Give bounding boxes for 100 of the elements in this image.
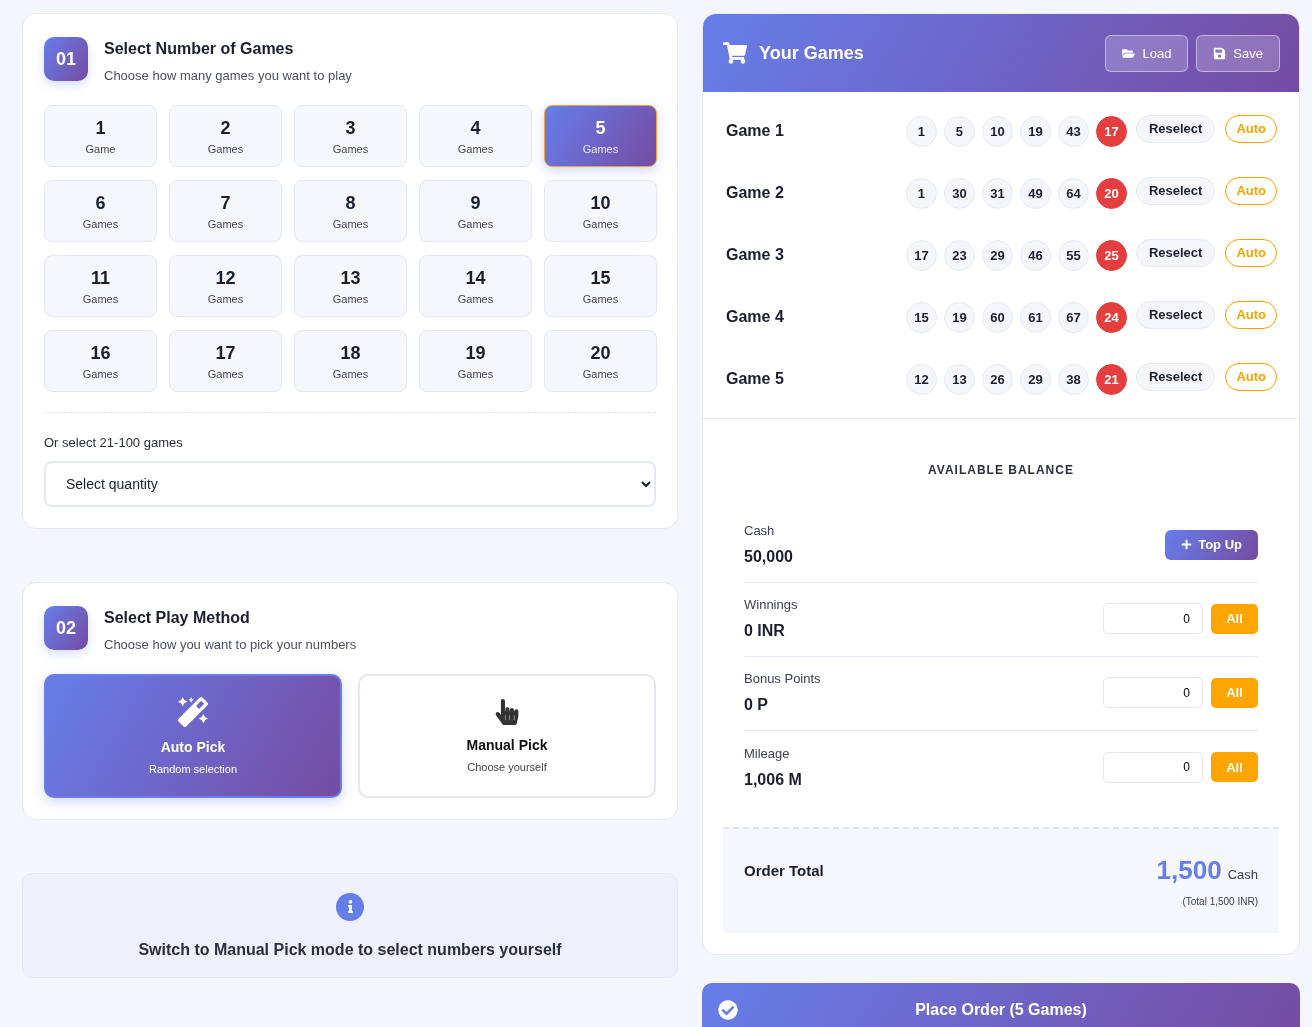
number-ball: 61 [1019, 301, 1051, 333]
number-ball: 29 [1019, 363, 1051, 395]
number-ball: 19 [943, 301, 975, 333]
reselect-button[interactable]: Reselect [1135, 300, 1216, 329]
number-ball: 13 [943, 363, 975, 395]
game-count-option[interactable]: 20 Games [544, 330, 657, 392]
load-button[interactable]: Load [1105, 34, 1189, 72]
section-subtitle: Choose how many games you want to play [104, 68, 352, 83]
number-ball: 23 [943, 239, 975, 271]
game-label: Game 4 [726, 308, 785, 326]
plus-icon [1181, 539, 1193, 550]
game-count-option[interactable]: 3 Games [294, 105, 407, 167]
number-ball: 38 [1057, 363, 1089, 395]
balance-label: Winnings [744, 597, 798, 612]
game-count-option[interactable]: 18 Games [294, 330, 407, 392]
number-ball: 30 [943, 177, 975, 209]
number-ball: 17 [905, 239, 937, 271]
number-ball: 46 [1019, 239, 1051, 271]
balance-value: 1,006 M [744, 770, 802, 789]
game-count-option[interactable]: 5 Games [544, 105, 657, 167]
reselect-button[interactable]: Reselect [1135, 362, 1216, 391]
place-order-button[interactable]: Place Order (5 Games) [702, 983, 1300, 1027]
number-ball: 64 [1057, 177, 1089, 209]
number-ball: 12 [905, 363, 937, 395]
game-label: Game 2 [726, 184, 785, 202]
game-count-option[interactable]: 9 Games [419, 180, 532, 242]
number-ball: 60 [981, 301, 1013, 333]
total-note: (Total 1,500 INR) [1182, 896, 1258, 907]
game-count-option[interactable]: 15 Games [544, 255, 657, 317]
number-ball: 19 [1019, 115, 1051, 147]
save-button[interactable]: Save [1196, 34, 1280, 72]
balance-value: 0 P [744, 696, 769, 714]
cart-icon [723, 41, 747, 65]
amount-input[interactable]: 0 [1103, 751, 1203, 783]
bonus-ball: 17 [1095, 115, 1127, 147]
number-ball: 1 [905, 177, 937, 209]
game-count-option[interactable]: 19 Games [419, 330, 532, 392]
step-number: 01 [44, 37, 88, 81]
magic-wand-icon [178, 697, 208, 727]
currency-unit: Cash [1227, 867, 1258, 882]
number-ball: 31 [981, 177, 1013, 209]
game-label: Game 1 [726, 122, 785, 140]
number-ball: 43 [1057, 115, 1089, 147]
number-ball: 26 [981, 363, 1013, 395]
play-method-option[interactable]: Manual Pick Choose yourself [358, 674, 656, 798]
number-ball: 55 [1057, 239, 1089, 271]
balance-title: AVAILABLE BALANCE [927, 463, 1075, 477]
balance-label: Bonus Points [744, 671, 821, 686]
number-ball: 67 [1057, 301, 1089, 333]
game-count-option[interactable]: 4 Games [419, 105, 532, 167]
save-icon [1213, 46, 1227, 60]
top-up-button[interactable]: Top Up [1165, 529, 1258, 560]
balance-value: 0 INR [744, 622, 786, 640]
game-count-option[interactable]: 8 Games [294, 180, 407, 242]
balance-value: 50,000 [744, 548, 793, 566]
game-count-option[interactable]: 6 Games [44, 180, 157, 242]
card-title: Your Games [759, 42, 865, 64]
number-ball: 15 [905, 301, 937, 333]
game-count-option[interactable]: 13 Games [294, 255, 407, 317]
bonus-ball: 25 [1095, 239, 1127, 271]
game-count-option[interactable]: 10 Games [544, 180, 657, 242]
game-count-option[interactable]: 17 Games [169, 330, 282, 392]
section-title: Select Play Method [104, 609, 251, 627]
check-icon [718, 1000, 738, 1020]
number-ball: 5 [943, 115, 975, 147]
amount-input[interactable]: 0 [1103, 677, 1203, 708]
reselect-button[interactable]: Reselect [1135, 114, 1216, 143]
game-count-option[interactable]: 12 Games [169, 255, 282, 317]
order-total-label: Order Total [744, 862, 824, 879]
folder-icon [1122, 46, 1136, 60]
order-total-amount: 1,500 [1156, 855, 1222, 886]
hand-pointer-icon [494, 699, 520, 725]
bonus-ball: 24 [1095, 301, 1127, 333]
field-label: Or select 21-100 games [44, 435, 184, 450]
bonus-ball: 20 [1095, 177, 1127, 209]
number-ball: 1 [905, 115, 937, 147]
step-number: 02 [44, 606, 88, 650]
section-subtitle: Choose how you want to pick your numbers [104, 637, 357, 652]
game-count-option[interactable]: 7 Games [169, 180, 282, 242]
game-count-option[interactable]: 2 Games [169, 105, 282, 167]
number-ball: 10 [981, 115, 1013, 147]
game-label: Game 3 [726, 246, 785, 264]
balance-label: Mileage [744, 745, 791, 761]
game-count-option[interactable]: 1 Game [44, 105, 157, 167]
game-count-option[interactable]: 14 Games [419, 255, 532, 317]
balance-label: Cash [744, 523, 776, 538]
section-title: Select Number of Games [104, 40, 295, 58]
game-count-option[interactable]: 16 Games [44, 330, 157, 392]
game-count-option[interactable]: 11 Games [44, 255, 157, 317]
number-ball: 49 [1019, 177, 1051, 209]
play-method-option[interactable]: Auto Pick Random selection [44, 674, 342, 798]
info-icon [336, 892, 364, 921]
bonus-ball: 21 [1095, 363, 1127, 395]
quantity-select[interactable]: Select quantity [44, 461, 656, 507]
number-ball: 29 [981, 239, 1013, 271]
info-text: Switch to Manual Pick mode to select numbers yourself [138, 940, 562, 959]
amount-input[interactable]: 0 [1103, 603, 1203, 634]
reselect-button[interactable]: Reselect [1135, 176, 1216, 205]
reselect-button[interactable]: Reselect [1135, 238, 1216, 267]
game-label: Game 5 [726, 370, 785, 388]
